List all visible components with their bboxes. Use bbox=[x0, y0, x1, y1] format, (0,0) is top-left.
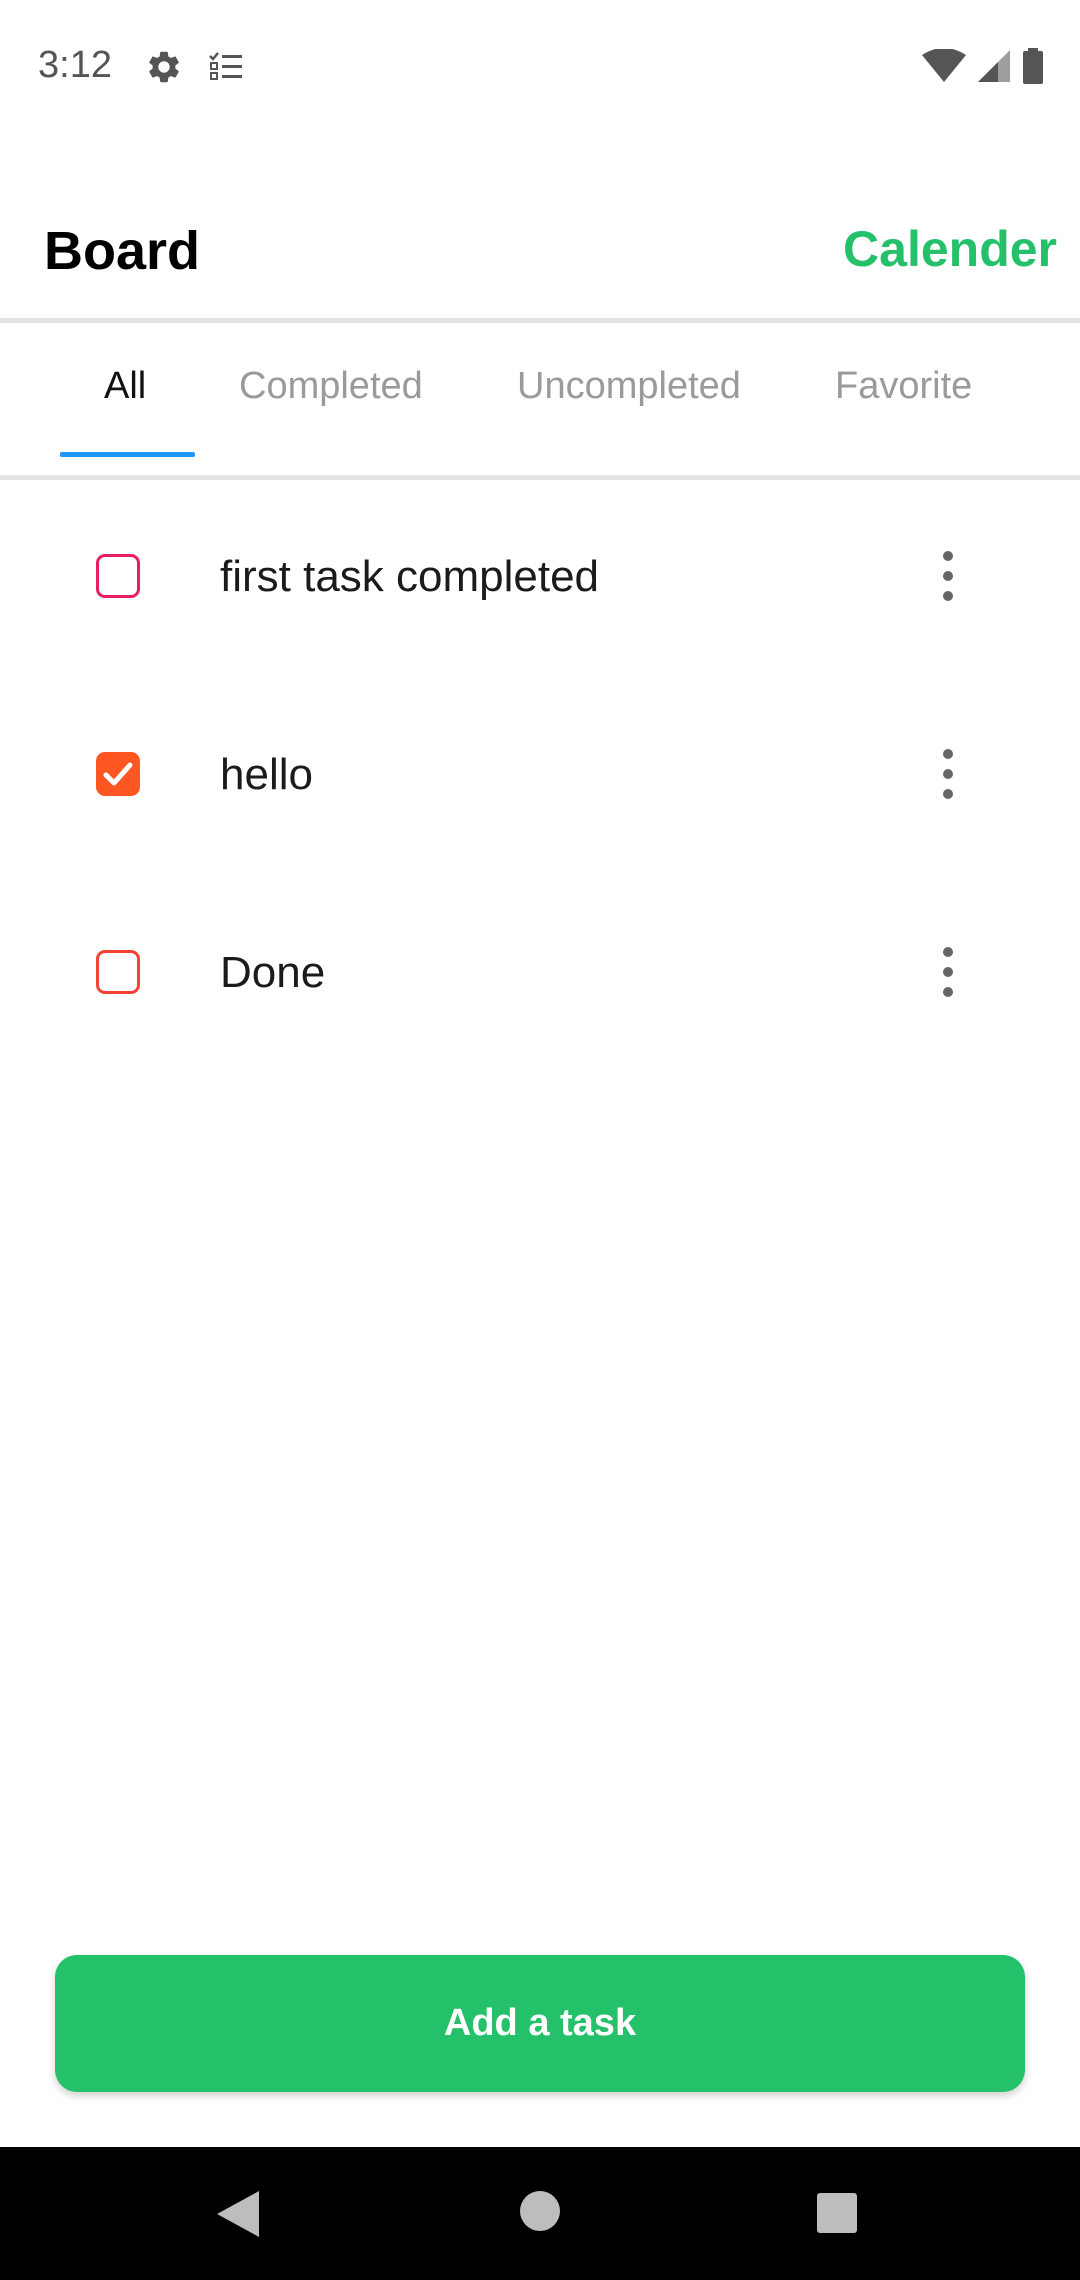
back-icon[interactable] bbox=[215, 2189, 261, 2244]
battery-icon bbox=[1022, 48, 1044, 89]
task-text: Done bbox=[220, 948, 326, 997]
task-text: first task completed bbox=[220, 552, 600, 601]
tab-indicator bbox=[60, 452, 195, 457]
tab-bar: All Completed Uncompleted Favorite bbox=[0, 323, 1080, 475]
more-vert-icon[interactable] bbox=[928, 734, 968, 814]
tab-all[interactable]: All bbox=[104, 365, 146, 408]
task-row[interactable]: Done bbox=[0, 876, 1080, 1074]
task-checkbox[interactable] bbox=[96, 554, 140, 598]
calendar-link[interactable]: Calender bbox=[843, 220, 1057, 278]
task-text: hello bbox=[220, 750, 313, 799]
more-vert-icon[interactable] bbox=[928, 536, 968, 616]
status-bar: 3:12 bbox=[0, 0, 1080, 135]
checkmark-icon bbox=[103, 762, 133, 786]
recents-icon[interactable] bbox=[816, 2192, 858, 2239]
task-checkbox[interactable] bbox=[96, 950, 140, 994]
app-header: Board Calender bbox=[0, 180, 1080, 320]
tab-completed[interactable]: Completed bbox=[239, 365, 423, 408]
wifi-icon bbox=[922, 48, 966, 88]
tab-uncompleted[interactable]: Uncompleted bbox=[517, 365, 741, 408]
home-icon[interactable] bbox=[518, 2189, 562, 2238]
tab-favorite[interactable]: Favorite bbox=[835, 365, 972, 408]
task-checkbox-checked[interactable] bbox=[96, 752, 140, 796]
add-task-button[interactable]: Add a task bbox=[55, 1955, 1025, 2092]
checklist-icon bbox=[208, 50, 244, 89]
gear-icon bbox=[145, 48, 183, 91]
nav-bar bbox=[0, 2147, 1080, 2280]
status-time: 3:12 bbox=[38, 44, 112, 86]
more-vert-icon[interactable] bbox=[928, 932, 968, 1012]
task-row[interactable]: first task completed bbox=[0, 480, 1080, 678]
page-title: Board bbox=[44, 221, 201, 281]
signal-icon bbox=[976, 49, 1012, 88]
task-row[interactable]: hello bbox=[0, 678, 1080, 876]
